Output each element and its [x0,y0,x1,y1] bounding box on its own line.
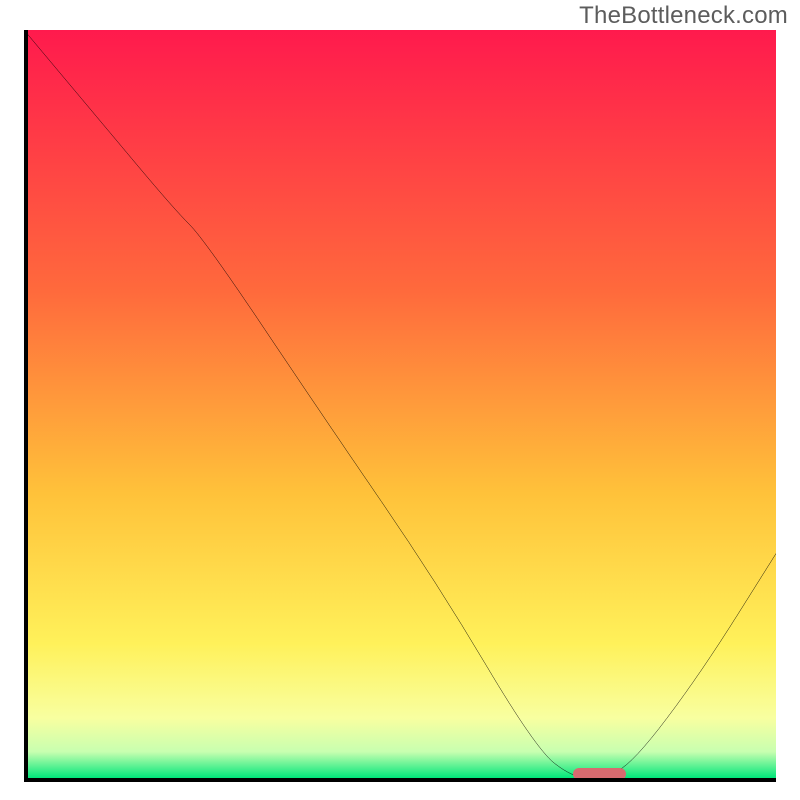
y-axis [24,30,28,780]
plot-area [24,30,776,778]
watermark-text: TheBottleneck.com [579,2,788,30]
x-axis [24,778,776,782]
gradient-background [24,30,776,778]
chart-container: TheBottleneck.com [0,0,800,800]
